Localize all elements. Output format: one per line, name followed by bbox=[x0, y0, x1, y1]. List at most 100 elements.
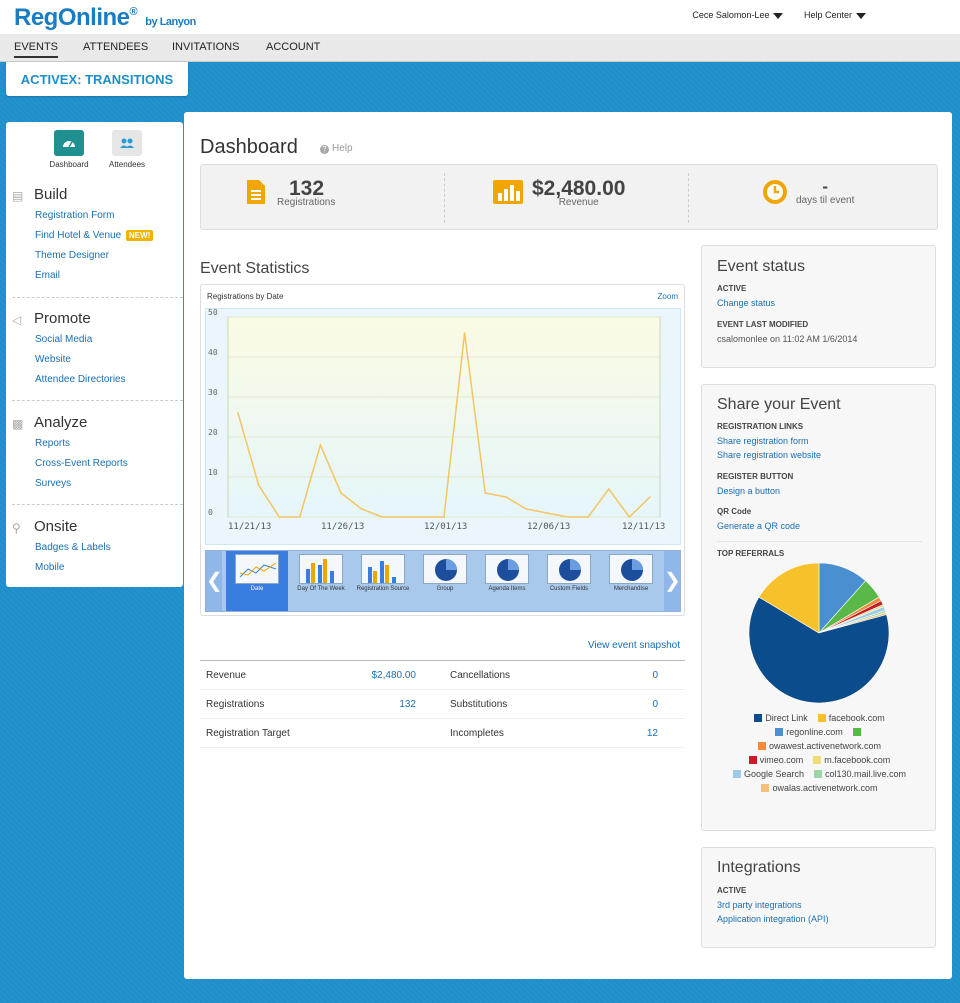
bar-chart-icon bbox=[493, 180, 523, 204]
sidebar-link-find-hotel[interactable]: Find Hotel & Venue NEW! bbox=[6, 226, 183, 246]
legend-swatch bbox=[732, 770, 741, 778]
legend-item: Direct Link bbox=[754, 713, 808, 723]
help-center-dropdown[interactable]: Help Center bbox=[798, 10, 866, 20]
sidebar-tab-attendees[interactable]: Attendees bbox=[102, 130, 152, 169]
legend-item: owalas.activenetwork.com bbox=[761, 783, 878, 793]
days-count: - bbox=[822, 177, 829, 196]
chart-thumb-group[interactable]: Group bbox=[414, 551, 476, 611]
summary-label: Incompletes bbox=[450, 728, 504, 739]
pie-chart-icon bbox=[547, 554, 591, 584]
legend-label: col130.mail.live.com bbox=[825, 769, 907, 779]
chart-thumb-day-of-week-label: Day Of The Week bbox=[297, 586, 345, 592]
summary-row: Revenue $2,480.00 Cancellations 0 bbox=[200, 661, 685, 690]
legend-swatch bbox=[817, 714, 826, 722]
registrations-label: Registrations bbox=[277, 197, 336, 208]
y-tick-label: 0 bbox=[208, 508, 213, 517]
chart-thumb-date-label: Date bbox=[250, 586, 264, 592]
summary-value[interactable]: $2,480.00 bbox=[366, 670, 417, 681]
share-registration-form-link[interactable]: Share registration form bbox=[717, 436, 809, 446]
chevron-down-icon bbox=[773, 12, 784, 19]
application-integration-link[interactable]: Application integration (API) bbox=[717, 914, 829, 924]
legend-item: facebook.com bbox=[817, 713, 885, 723]
generate-qr-code-link[interactable]: Generate a QR code bbox=[717, 521, 800, 531]
sidebar: Dashboard Attendees ▤ Build Registration … bbox=[6, 122, 183, 587]
sidebar-link-badges-labels[interactable]: Badges & Labels bbox=[6, 538, 183, 558]
integrations-title: Integrations bbox=[717, 859, 801, 876]
sidebar-link-mobile[interactable]: Mobile bbox=[6, 558, 183, 578]
sidebar-link-registration-form[interactable]: Registration Form bbox=[6, 206, 183, 226]
sidebar-tab-dashboard[interactable]: Dashboard bbox=[44, 130, 94, 169]
help-link[interactable]: ? Help bbox=[320, 143, 353, 154]
legend-label: regonline.com bbox=[786, 727, 843, 737]
stat-days: - days til event bbox=[763, 177, 854, 206]
data-point bbox=[628, 516, 631, 518]
view-event-snapshot-link[interactable]: View event snapshot bbox=[588, 640, 680, 651]
sidebar-heading-onsite: ⚲ Onsite bbox=[6, 518, 183, 538]
sidebar-section-onsite: ⚲ Onsite Badges & Labels Mobile bbox=[6, 518, 183, 578]
third-party-integrations-link[interactable]: 3rd party integrations bbox=[717, 900, 802, 910]
sidebar-link-social-media[interactable]: Social Media bbox=[6, 330, 183, 350]
y-tick-label: 20 bbox=[208, 428, 218, 437]
sidebar-link-website[interactable]: Website bbox=[6, 350, 183, 370]
carousel-next-arrow[interactable]: ❯ bbox=[664, 551, 681, 611]
chart-area: 0 10 20 30 40 50 11/21/13 11/26/13 12/01/13 12/06… bbox=[205, 308, 681, 545]
legend-swatch bbox=[748, 756, 757, 764]
sidebar-link-attendee-directories[interactable]: Attendee Directories bbox=[6, 370, 183, 390]
data-point bbox=[443, 516, 445, 518]
legend-item: vimeo.com bbox=[748, 755, 804, 765]
sidebar-link-reports[interactable]: Reports bbox=[6, 434, 183, 454]
sidebar-link-surveys[interactable]: Surveys bbox=[6, 474, 183, 494]
summary-value[interactable]: 0 bbox=[636, 670, 658, 681]
summary-label: Substitutions bbox=[450, 699, 508, 710]
page-title: Dashboard bbox=[200, 136, 298, 158]
summary-value[interactable]: 12 bbox=[636, 728, 658, 739]
legend-swatch bbox=[754, 714, 763, 722]
nav-account[interactable]: ACCOUNT bbox=[266, 41, 320, 53]
regonline-logo[interactable]: RegOnline® by Lanyon bbox=[14, 4, 196, 32]
data-point bbox=[278, 516, 280, 518]
divider bbox=[717, 541, 922, 542]
legend-label: Direct Link bbox=[765, 713, 808, 723]
sidebar-section-promote: ◁ Promote Social Media Website Attendee D… bbox=[6, 310, 183, 390]
sidebar-heading-promote-text: Promote bbox=[34, 310, 91, 327]
sidebar-divider bbox=[12, 504, 183, 505]
summary-value[interactable]: 0 bbox=[636, 699, 658, 710]
chart-thumb-agenda-items[interactable]: Agenda Items bbox=[476, 551, 538, 611]
nav-invitations[interactable]: INVITATIONS bbox=[172, 41, 239, 53]
legend-swatch bbox=[757, 742, 766, 750]
nav-events[interactable]: EVENTS bbox=[14, 41, 59, 58]
sidebar-link-email[interactable]: Email bbox=[6, 266, 183, 286]
event-status-value: ACTIVE bbox=[717, 284, 747, 293]
user-name: Cece Salomon-Lee bbox=[692, 10, 770, 20]
chevron-down-icon bbox=[856, 12, 866, 19]
main-nav: EVENTS ATTENDEES INVITATIONS ACCOUNT bbox=[0, 34, 960, 62]
data-point bbox=[422, 516, 425, 518]
stat-registrations: 132 Registrations bbox=[247, 177, 336, 208]
stat-divider bbox=[688, 173, 689, 223]
sidebar-link-theme-designer[interactable]: Theme Designer bbox=[6, 246, 183, 266]
carousel-prev-arrow[interactable]: ❮ bbox=[206, 551, 223, 611]
event-title: ACTIVEX: TRANSITIONS bbox=[20, 72, 174, 87]
qr-code-label: QR Code bbox=[717, 507, 752, 516]
nav-attendees[interactable]: ATTENDEES bbox=[83, 41, 148, 53]
share-event-card: Share your Event REGISTRATION LINKS Shar… bbox=[701, 384, 936, 831]
sidebar-tab-dashboard-label: Dashboard bbox=[49, 160, 89, 169]
legend-row: owawest.activenetwork.com bbox=[702, 741, 937, 751]
change-status-link[interactable]: Change status bbox=[717, 298, 775, 308]
design-button-link[interactable]: Design a button bbox=[717, 486, 780, 496]
share-registration-website-link[interactable]: Share registration website bbox=[717, 450, 821, 460]
chart-thumb-date[interactable]: Date bbox=[226, 551, 288, 611]
sidebar-section-build: ▤ Build Registration Form Find Hotel & Ve… bbox=[6, 186, 183, 286]
sidebar-link-cross-event-reports[interactable]: Cross-Event Reports bbox=[6, 454, 183, 474]
chart-thumb-merchandise[interactable]: Merchandise bbox=[600, 551, 662, 611]
x-tick-label: 12/01/13 bbox=[424, 522, 467, 532]
chart-thumb-day-of-week[interactable]: Day Of The Week bbox=[290, 551, 352, 611]
legend-row: regonline.com bbox=[702, 727, 937, 737]
user-dropdown[interactable]: Cece Salomon-Lee bbox=[686, 10, 784, 20]
zoom-link[interactable]: Zoom bbox=[658, 292, 678, 301]
chart-thumb-registration-source[interactable]: Registration Source bbox=[352, 551, 414, 611]
stat-divider bbox=[444, 173, 445, 223]
summary-value[interactable]: 132 bbox=[366, 699, 416, 710]
chart-thumb-custom-fields[interactable]: Custom Fields bbox=[538, 551, 600, 611]
legend-label: vimeo.com bbox=[759, 755, 804, 765]
